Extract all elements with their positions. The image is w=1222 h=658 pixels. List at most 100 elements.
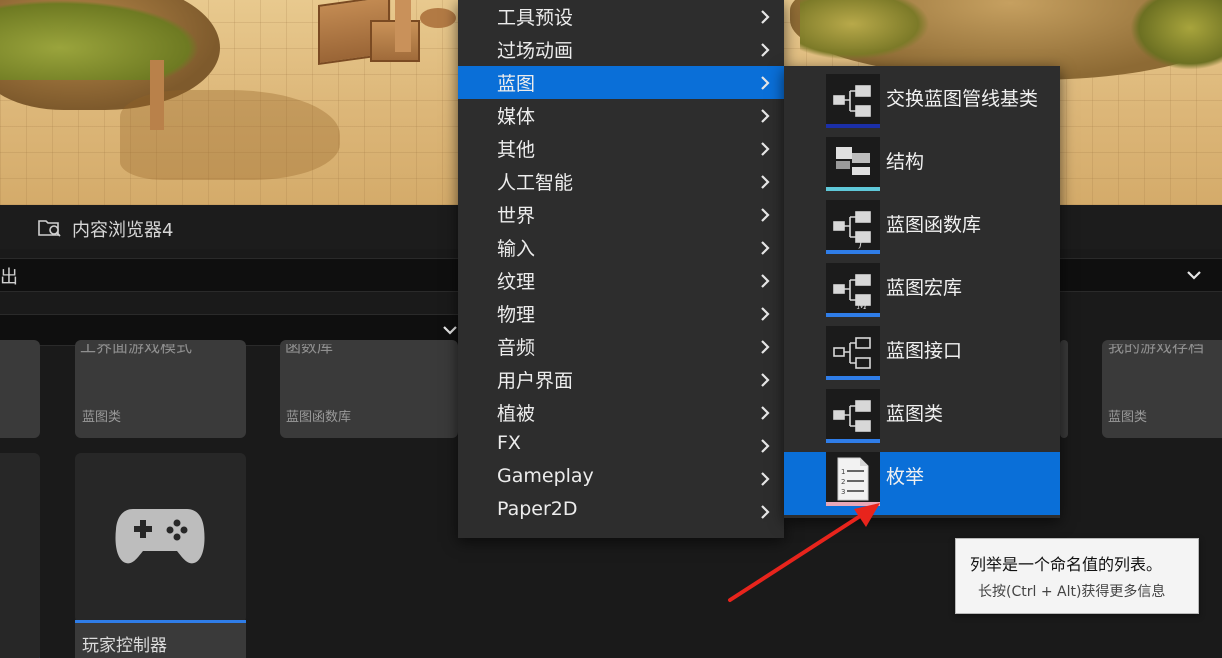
chevron-down-icon[interactable] <box>1184 265 1204 285</box>
menu-item[interactable]: 输入 <box>458 231 784 264</box>
asset-name: 我的游戏存档 <box>1108 344 1205 356</box>
menu-item-label: 其他 <box>497 139 536 161</box>
asset-type-bar <box>826 250 880 254</box>
menu-item-label: 世界 <box>497 205 536 227</box>
menu-item[interactable]: 音频 <box>458 330 784 363</box>
menu-item-label: 人工智能 <box>497 172 574 194</box>
submenu-item[interactable]: 蓝图接口 <box>784 326 1060 389</box>
struct-icon <box>836 147 870 175</box>
menu-item[interactable]: Gameplay <box>458 462 784 495</box>
blueprint-node-icon <box>833 85 871 117</box>
asset-type-bar <box>826 124 880 128</box>
submenu-item-label: 蓝图宏库 <box>886 277 963 299</box>
asset-type-bar <box>826 187 880 191</box>
asset-type-label: 蓝图类 <box>82 410 122 425</box>
chevron-right-icon <box>761 175 770 189</box>
chevron-right-icon <box>761 406 770 420</box>
menu-item-label: Gameplay <box>497 465 594 487</box>
asset-name: 函数库 <box>285 344 334 356</box>
scene-pillar <box>150 60 164 130</box>
chevron-right-icon <box>761 439 770 453</box>
asset-tile[interactable] <box>1060 340 1068 438</box>
asset-thumbnail <box>826 389 880 443</box>
menu-item-label: 音频 <box>497 337 536 359</box>
menu-item[interactable]: 纹理 <box>458 264 784 297</box>
tooltip-hint: 长按(Ctrl + Alt)获得更多信息 <box>978 584 1166 600</box>
submenu-item[interactable]: f 蓝图函数库 <box>784 200 1060 263</box>
chevron-right-icon <box>761 472 770 486</box>
menu-item[interactable]: 世界 <box>458 198 784 231</box>
asset-type-bar <box>826 376 880 380</box>
menu-item-label: FX <box>497 432 521 454</box>
content-browser-title[interactable]: 内容浏览器4 <box>72 216 173 242</box>
interface-icon <box>833 337 871 369</box>
asset-type-label: 蓝图函数库 <box>286 410 352 425</box>
menu-item[interactable]: 物理 <box>458 297 784 330</box>
submenu-item[interactable]: 交换蓝图管线基类 <box>784 74 1060 137</box>
menu-item[interactable]: 植被 <box>458 396 784 429</box>
asset-type-bar <box>826 313 880 317</box>
macro-library-icon: M <box>833 274 871 312</box>
menu-item-label: 输入 <box>497 238 536 260</box>
scene-disc <box>420 8 456 28</box>
chevron-right-icon <box>761 208 770 222</box>
chevron-down-icon[interactable] <box>440 320 460 340</box>
submenu-item-label: 蓝图接口 <box>886 340 963 362</box>
scene-foliage <box>0 0 200 80</box>
menu-item-label: 工具预设 <box>497 7 574 29</box>
menu-item[interactable]: 用户界面 <box>458 363 784 396</box>
asset-thumbnail: f <box>826 200 880 254</box>
path-text: 出 <box>0 267 18 288</box>
asset-type-bar <box>826 439 880 443</box>
menu-item-label: 用户界面 <box>497 370 574 392</box>
asset-thumbnail: M <box>826 263 880 317</box>
chevron-right-icon <box>761 142 770 156</box>
submenu-item[interactable]: 结构 <box>784 137 1060 200</box>
submenu-item-label: 蓝图类 <box>886 403 944 425</box>
folder-search-icon <box>38 220 61 237</box>
asset-tile-player-controller[interactable] <box>75 453 246 623</box>
asset-type-label: 蓝图类 <box>1108 410 1148 425</box>
svg-text:1: 1 <box>841 468 845 476</box>
asset-tile[interactable] <box>0 340 40 438</box>
svg-text:M: M <box>856 301 868 312</box>
chevron-right-icon <box>761 109 770 123</box>
chevron-right-icon <box>761 241 770 255</box>
chevron-right-icon <box>761 43 770 57</box>
chevron-right-icon <box>761 274 770 288</box>
menu-item[interactable]: 过场动画 <box>458 33 784 66</box>
menu-item-label: 纹理 <box>497 271 536 293</box>
annotation-arrow <box>728 503 880 602</box>
asset-name: 工界面游戏模式 <box>80 344 193 356</box>
asset-thumbnail <box>826 74 880 128</box>
tooltip: 列举是一个命名值的列表。 长按(Ctrl + Alt)获得更多信息 <box>955 538 1199 614</box>
scene-foliage <box>800 0 930 60</box>
submenu-item-label: 交换蓝图管线基类 <box>886 88 1039 110</box>
submenu-item[interactable]: M 蓝图宏库 <box>784 263 1060 326</box>
asset-name: 玩家控制器 <box>82 636 167 656</box>
asset-thumbnail <box>826 326 880 380</box>
menu-item-label: 媒体 <box>497 106 536 128</box>
menu-item[interactable]: 其他 <box>458 132 784 165</box>
svg-text:2: 2 <box>841 478 845 486</box>
chevron-right-icon <box>761 76 770 90</box>
gamepad-icon <box>115 509 205 564</box>
submenu-item-label: 蓝图函数库 <box>886 214 982 236</box>
menu-item-label: 物理 <box>497 304 536 326</box>
asset-tile[interactable] <box>0 453 40 658</box>
chevron-right-icon <box>761 373 770 387</box>
menu-item[interactable]: 工具预设 <box>458 0 784 33</box>
asset-thumbnail <box>826 137 880 191</box>
chevron-right-icon <box>761 307 770 321</box>
menu-item[interactable]: 媒体 <box>458 99 784 132</box>
submenu-item[interactable]: 蓝图类 <box>784 389 1060 452</box>
submenu-item-label: 枚举 <box>886 466 925 488</box>
scene-pillar <box>395 0 411 52</box>
menu-item[interactable]: FX <box>458 429 784 462</box>
menu-item[interactable]: 蓝图 <box>458 66 784 99</box>
menu-item[interactable]: 人工智能 <box>458 165 784 198</box>
menu-item-label: Paper2D <box>497 498 578 520</box>
function-library-icon: f <box>833 211 871 249</box>
menu-item-label: 蓝图 <box>497 73 536 95</box>
menu-item-label: 植被 <box>497 403 536 425</box>
